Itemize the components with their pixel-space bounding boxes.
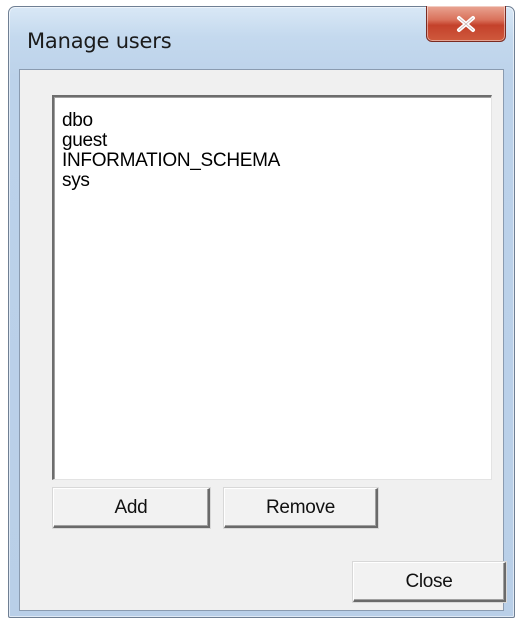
remove-button[interactable]: Remove <box>224 488 378 528</box>
list-item-user[interactable]: sys <box>62 171 491 191</box>
add-button[interactable]: Add <box>53 488 210 528</box>
list-item-user[interactable]: INFORMATION_SCHEMA <box>62 151 491 171</box>
manage-users-dialog: Manage users dbo guest INFORMATION_SCHEM… <box>8 6 515 618</box>
dialog-title: Manage users <box>27 29 172 53</box>
dialog-content: dbo guest INFORMATION_SCHEMA sys Add Rem… <box>19 69 506 611</box>
window-close-button[interactable] <box>426 6 506 42</box>
close-x-icon <box>457 15 475 32</box>
users-listbox[interactable]: dbo guest INFORMATION_SCHEMA sys <box>52 95 492 480</box>
close-button[interactable]: Close <box>353 562 506 602</box>
list-item-user[interactable]: dbo <box>62 111 491 131</box>
list-item-user[interactable]: guest <box>62 131 491 151</box>
